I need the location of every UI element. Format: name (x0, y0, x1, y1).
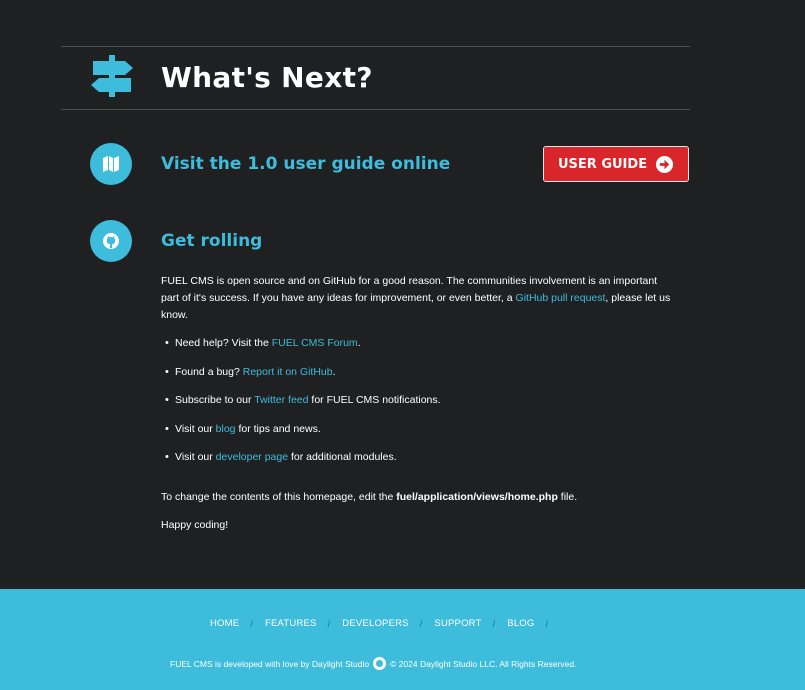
list-item-text: . (332, 365, 336, 378)
nav-separator: / (545, 618, 549, 629)
daylight-logo-icon[interactable] (373, 657, 387, 670)
get-rolling-content: FUEL CMS is open source and on GitHub fo… (161, 273, 671, 534)
list-item: Visit our developer page for additional … (165, 449, 671, 478)
credit-text[interactable]: FUEL CMS is developed with love by Dayli… (170, 659, 369, 669)
forum-link[interactable]: FUEL CMS Forum (272, 337, 358, 349)
list-item-text: for additional modules. (291, 451, 397, 463)
twitter-feed-link[interactable]: Twitter feed (254, 394, 308, 406)
list-item-text: Need help? Visit the (175, 337, 269, 349)
github-pull-request-link[interactable]: GitHub pull request (516, 292, 606, 304)
nav-separator: / (327, 618, 331, 629)
list-item-text: Visit our (175, 422, 213, 435)
list-item-text: for tips and news. (238, 422, 321, 435)
list-item: Found a bug? Report it on GitHub. (165, 364, 671, 393)
arrow-right-circle-icon (655, 155, 674, 174)
user-guide-button-label: USER GUIDE (558, 156, 648, 172)
list-item-text: Found a bug? (175, 365, 240, 378)
list-item: Visit our blog for tips and news. (165, 421, 671, 450)
page-title: What's Next? (161, 61, 373, 94)
hero-header: What's Next? (61, 46, 690, 110)
intro-paragraph: FUEL CMS is open source and on GitHub fo… (161, 273, 671, 324)
footer-link-blog[interactable]: BLOG (507, 618, 534, 629)
map-icon-badge (90, 143, 132, 185)
copyright-text: © 2024 Daylight Studio LLC. All Rights R… (390, 658, 577, 669)
blog-link[interactable]: blog (216, 423, 236, 435)
signpost-icon (91, 55, 133, 97)
list-item-text: Subscribe to our (175, 394, 252, 406)
nav-separator: / (492, 618, 496, 629)
list-item-text: for FUEL CMS notifications. (311, 394, 441, 406)
github-icon (103, 233, 119, 249)
report-bug-link[interactable]: Report it on GitHub (243, 366, 333, 378)
footer-link-support[interactable]: SUPPORT (434, 618, 481, 629)
nav-separator: / (250, 618, 254, 629)
map-icon (103, 156, 119, 172)
developer-page-link[interactable]: developer page (216, 451, 288, 463)
edit-text: To change the contents of this homepage,… (161, 490, 394, 503)
edit-text-end: file. (560, 490, 578, 503)
list-item-text: . (357, 337, 361, 349)
footer-link-home[interactable]: HOME (210, 618, 239, 629)
user-guide-heading[interactable]: Visit the 1.0 user guide online (161, 154, 450, 174)
resource-list: Need help? Visit the FUEL CMS Forum. Fou… (161, 335, 671, 478)
list-item-text: Visit our (175, 451, 213, 463)
footer-credits: FUEL CMS is developed with love by Dayli… (170, 657, 576, 670)
list-item: Need help? Visit the FUEL CMS Forum. (165, 335, 671, 364)
get-rolling-heading: Get rolling (161, 231, 263, 251)
nav-separator: / (419, 618, 423, 629)
closing-text: Happy coding! (161, 518, 229, 531)
homepage-file-path: fuel/application/views/home.php (396, 490, 558, 503)
github-icon-badge (90, 220, 132, 262)
edit-homepage-paragraph: To change the contents of this homepage,… (161, 489, 671, 506)
footer-link-features[interactable]: FEATURES (265, 618, 317, 629)
footer-link-developers[interactable]: DEVELOPERS (342, 618, 408, 629)
footer-nav: HOME / FEATURES / DEVELOPERS / SUPPORT /… (210, 618, 560, 629)
footer: HOME / FEATURES / DEVELOPERS / SUPPORT /… (0, 589, 805, 690)
list-item: Subscribe to our Twitter feed for FUEL C… (165, 392, 671, 421)
user-guide-button[interactable]: USER GUIDE (543, 146, 689, 182)
